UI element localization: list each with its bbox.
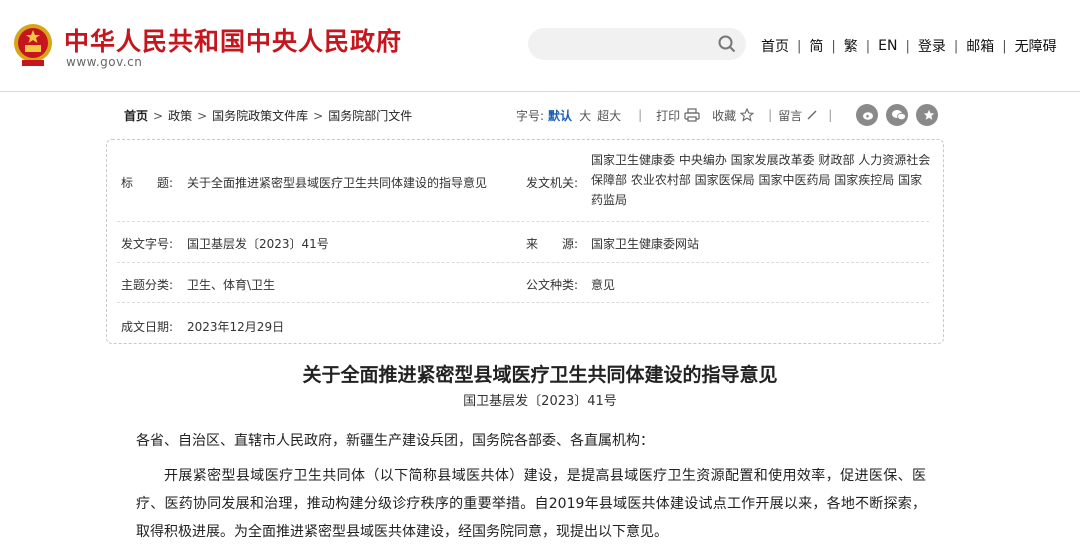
docno-value: 国卫基层发〔2023〕41号 <box>187 237 329 251</box>
search-box[interactable] <box>528 28 746 62</box>
print-button[interactable]: 打印 <box>656 107 680 124</box>
nav-english[interactable]: EN <box>878 38 897 54</box>
search-input[interactable] <box>542 28 716 62</box>
breadcrumb: 首页 > 政策 > 国务院政策文件库 > 国务院部门文件 <box>124 107 412 124</box>
wechat-share-icon[interactable] <box>886 104 909 126</box>
site-name[interactable]: 中华人民共和国中央人民政府 <box>64 22 402 58</box>
document-info-box: 标 题: 关于全面推进紧密型县域医疗卫生共同体建设的指导意见 发文机关: 国家卫… <box>106 139 944 344</box>
pencil-icon[interactable] <box>806 109 818 121</box>
title-value: 关于全面推进紧密型县域医疗卫生共同体建设的指导意见 <box>187 176 488 190</box>
row-divider <box>117 221 929 223</box>
doctype-value: 意见 <box>591 278 616 292</box>
source-label: 来 源: <box>526 237 579 251</box>
nav-home[interactable]: 首页 <box>761 36 789 56</box>
font-large-button[interactable]: 大 <box>579 107 591 124</box>
share-buttons <box>848 104 939 126</box>
font-default-button[interactable]: 默认 <box>548 107 572 124</box>
favorite-button[interactable]: 收藏 <box>712 107 736 124</box>
row-divider <box>117 262 929 264</box>
breadcrumb-policy[interactable]: 政策 <box>168 107 192 124</box>
header-divider <box>0 91 1080 92</box>
nav-accessibility[interactable]: 无障碍 <box>1015 36 1057 56</box>
article-doc-number: 国卫基层发〔2023〕41号 <box>463 394 617 409</box>
category-value: 卫生、体育\卫生 <box>187 278 276 292</box>
article-title: 关于全面推进紧密型县域医疗卫生共同体建设的指导意见 <box>302 364 778 386</box>
issuer-label: 发文机关: <box>526 176 579 190</box>
breadcrumb-separator: > <box>197 108 208 123</box>
font-xlarge-button[interactable]: 超大 <box>597 107 621 124</box>
breadcrumb-policy-library[interactable]: 国务院政策文件库 <box>212 107 308 124</box>
breadcrumb-separator: > <box>153 108 164 123</box>
nav-mailbox[interactable]: 邮箱 <box>966 36 994 56</box>
nav-login[interactable]: 登录 <box>918 36 946 56</box>
top-nav: 首页 | 简 | 繁 | EN | 登录 | 邮箱 | 无障碍 <box>761 36 1057 56</box>
date-value: 2023年12月29日 <box>187 320 285 334</box>
article-salutation: 各省、自治区、直辖市人民政府，新疆生产建设兵团，国务院各部委、各直属机构： <box>136 433 654 449</box>
star-icon[interactable] <box>740 108 755 122</box>
nav-traditional[interactable]: 繁 <box>844 36 858 56</box>
breadcrumb-department-docs[interactable]: 国务院部门文件 <box>328 107 412 124</box>
title-label: 标 题: <box>121 176 174 190</box>
doctype-label: 公文种类: <box>526 278 579 292</box>
docno-label: 发文字号: <box>121 237 174 251</box>
issuer-value: 国家卫生健康委 中央编办 国家发展改革委 财政部 人力资源社会保障部 农业农村部… <box>591 153 931 207</box>
favorite-share-icon[interactable] <box>916 104 939 126</box>
date-label: 成文日期: <box>121 320 174 334</box>
national-emblem-icon[interactable] <box>12 22 54 68</box>
nav-simplified[interactable]: 简 <box>809 36 823 56</box>
source-value: 国家卫生健康委网站 <box>591 237 700 251</box>
weibo-share-icon[interactable] <box>856 104 879 126</box>
article-paragraph: 开展紧密型县域医疗卫生共同体（以下简称县域医共体）建设，是提高县域医疗卫生资源配… <box>136 468 926 540</box>
category-label: 主题分类: <box>121 278 174 292</box>
row-divider <box>117 302 929 304</box>
breadcrumb-separator: > <box>313 108 324 123</box>
comment-button[interactable]: 留言 <box>778 107 802 124</box>
site-header: 中华人民共和国中央人民政府 www.gov.cn 首页 | 简 | 繁 | EN | 登… <box>0 0 1080 90</box>
search-icon[interactable] <box>718 35 736 53</box>
font-size-label: 字号: <box>516 108 545 123</box>
breadcrumb-home[interactable]: 首页 <box>124 107 148 124</box>
site-url: www.gov.cn <box>66 55 143 69</box>
printer-icon[interactable] <box>684 108 700 122</box>
article-tools: 字号: 默认 大 超大 | 打印 收藏 | 留言 | <box>516 103 939 127</box>
